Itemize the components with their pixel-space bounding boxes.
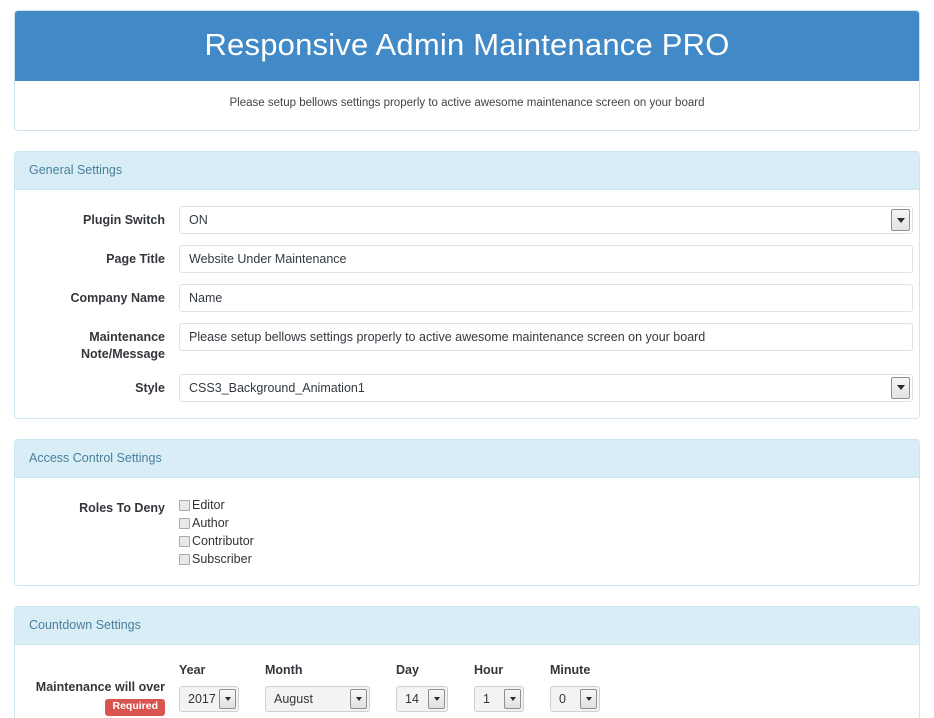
general-settings-header: General Settings <box>15 152 919 191</box>
label-month: Month <box>265 662 303 677</box>
label-maintenance-note-line2: Note/Message <box>80 347 165 362</box>
page-title-input[interactable] <box>179 245 913 274</box>
role-checkbox-contributor[interactable]: Contributor <box>179 533 907 550</box>
page-title: Responsive Admin Maintenance PRO <box>204 27 730 62</box>
label-minute: Minute <box>550 662 591 677</box>
label-year: Year <box>179 662 206 677</box>
checkbox-icon[interactable] <box>179 499 190 511</box>
month-value: August <box>274 691 313 706</box>
label-maintenance-will-over: Maintenance will over Required <box>27 663 179 716</box>
countdown-fields: Year 2017 Month August Day 14 Hour 1 Min… <box>179 663 626 712</box>
day-value: 14 <box>405 691 419 706</box>
chevron-down-icon[interactable] <box>428 688 445 709</box>
label-hour: Hour <box>474 662 504 677</box>
chevron-down-icon[interactable] <box>504 688 521 709</box>
label-style: Style <box>135 380 165 395</box>
plugin-switch-select[interactable]: ON <box>179 206 913 235</box>
field-row-countdown: Maintenance will over Required Year 2017… <box>27 661 907 716</box>
label-roles-to-deny: Roles To Deny <box>79 500 165 515</box>
page-subtitle: Please setup bellows settings properly t… <box>229 97 705 110</box>
role-checkbox-subscriber[interactable]: Subscriber <box>179 551 907 568</box>
countdown-group-hour: Hour 1 <box>474 663 524 712</box>
label-maintenance-will-over-text: Maintenance will over <box>35 679 165 694</box>
label-day: Day <box>396 662 419 677</box>
role-label: Author <box>192 516 229 531</box>
style-value: CSS3_Background_Animation1 <box>189 380 365 395</box>
status-badge-required: Required <box>105 699 165 716</box>
access-control-panel: Access Control Settings Roles To Deny Ed… <box>14 438 920 586</box>
chevron-down-icon[interactable] <box>891 376 910 399</box>
style-select[interactable]: CSS3_Background_Animation1 <box>179 373 913 402</box>
chevron-down-icon[interactable] <box>580 688 597 709</box>
maintenance-note-input[interactable] <box>179 323 913 352</box>
field-row-roles-to-deny: Roles To Deny Editor Author Contributor … <box>27 494 907 569</box>
general-settings-panel: General Settings Plugin Switch ON Page T… <box>14 151 920 419</box>
field-row-company-name: Company Name <box>27 284 913 313</box>
checkbox-icon[interactable] <box>179 553 190 565</box>
label-maintenance-note: Maintenance Note/Message <box>27 323 179 363</box>
minute-value: 0 <box>559 691 566 706</box>
role-checkbox-author[interactable]: Author <box>179 515 907 532</box>
roles-checkbox-list: Editor Author Contributor Subscriber <box>179 494 907 568</box>
label-company-name: Company Name <box>70 291 165 306</box>
hero-body: Please setup bellows settings properly t… <box>15 81 919 131</box>
countdown-group-year: Year 2017 <box>179 663 239 712</box>
countdown-group-month: Month August <box>265 663 370 712</box>
chevron-down-icon[interactable] <box>219 688 236 709</box>
field-row-style: Style CSS3_Background_Animation1 <box>27 373 913 402</box>
day-select[interactable]: 14 <box>396 685 448 712</box>
chevron-down-icon[interactable] <box>350 688 367 709</box>
hero-panel: Responsive Admin Maintenance PRO Please … <box>14 10 920 132</box>
general-settings-title: General Settings <box>29 163 123 178</box>
field-row-maintenance-note: Maintenance Note/Message <box>27 323 913 363</box>
field-row-page-title: Page Title <box>27 245 913 274</box>
checkbox-icon[interactable] <box>179 535 190 547</box>
access-control-body: Roles To Deny Editor Author Contributor … <box>15 477 919 585</box>
minute-select[interactable]: 0 <box>550 685 600 712</box>
role-label: Contributor <box>192 534 254 549</box>
access-control-header: Access Control Settings <box>15 439 919 478</box>
hour-select[interactable]: 1 <box>474 685 524 712</box>
countdown-group-minute: Minute 0 <box>550 663 600 712</box>
year-select[interactable]: 2017 <box>179 685 239 712</box>
hero-header: Responsive Admin Maintenance PRO <box>15 11 919 82</box>
company-name-input[interactable] <box>179 284 913 313</box>
countdown-settings-body: Maintenance will over Required Year 2017… <box>15 644 919 718</box>
label-maintenance-note-line1: Maintenance <box>89 330 165 345</box>
countdown-group-day: Day 14 <box>396 663 448 712</box>
countdown-settings-title: Countdown Settings <box>29 617 141 632</box>
chevron-down-icon[interactable] <box>891 209 910 232</box>
countdown-settings-header: Countdown Settings <box>15 606 919 645</box>
role-label: Subscriber <box>192 552 252 567</box>
admin-settings-page: Responsive Admin Maintenance PRO Please … <box>0 0 934 718</box>
role-label: Editor <box>192 498 225 513</box>
year-value: 2017 <box>188 691 216 706</box>
general-settings-body: Plugin Switch ON Page Title Company Name <box>15 190 919 418</box>
countdown-settings-panel: Countdown Settings Maintenance will over… <box>14 605 920 718</box>
checkbox-icon[interactable] <box>179 517 190 529</box>
label-plugin-switch: Plugin Switch <box>83 213 165 228</box>
hour-value: 1 <box>483 691 490 706</box>
role-checkbox-editor[interactable]: Editor <box>179 497 907 514</box>
month-select[interactable]: August <box>265 685 370 712</box>
field-row-plugin-switch: Plugin Switch ON <box>27 206 913 235</box>
plugin-switch-value: ON <box>189 213 208 228</box>
label-page-title: Page Title <box>106 252 165 267</box>
access-control-title: Access Control Settings <box>29 450 162 465</box>
